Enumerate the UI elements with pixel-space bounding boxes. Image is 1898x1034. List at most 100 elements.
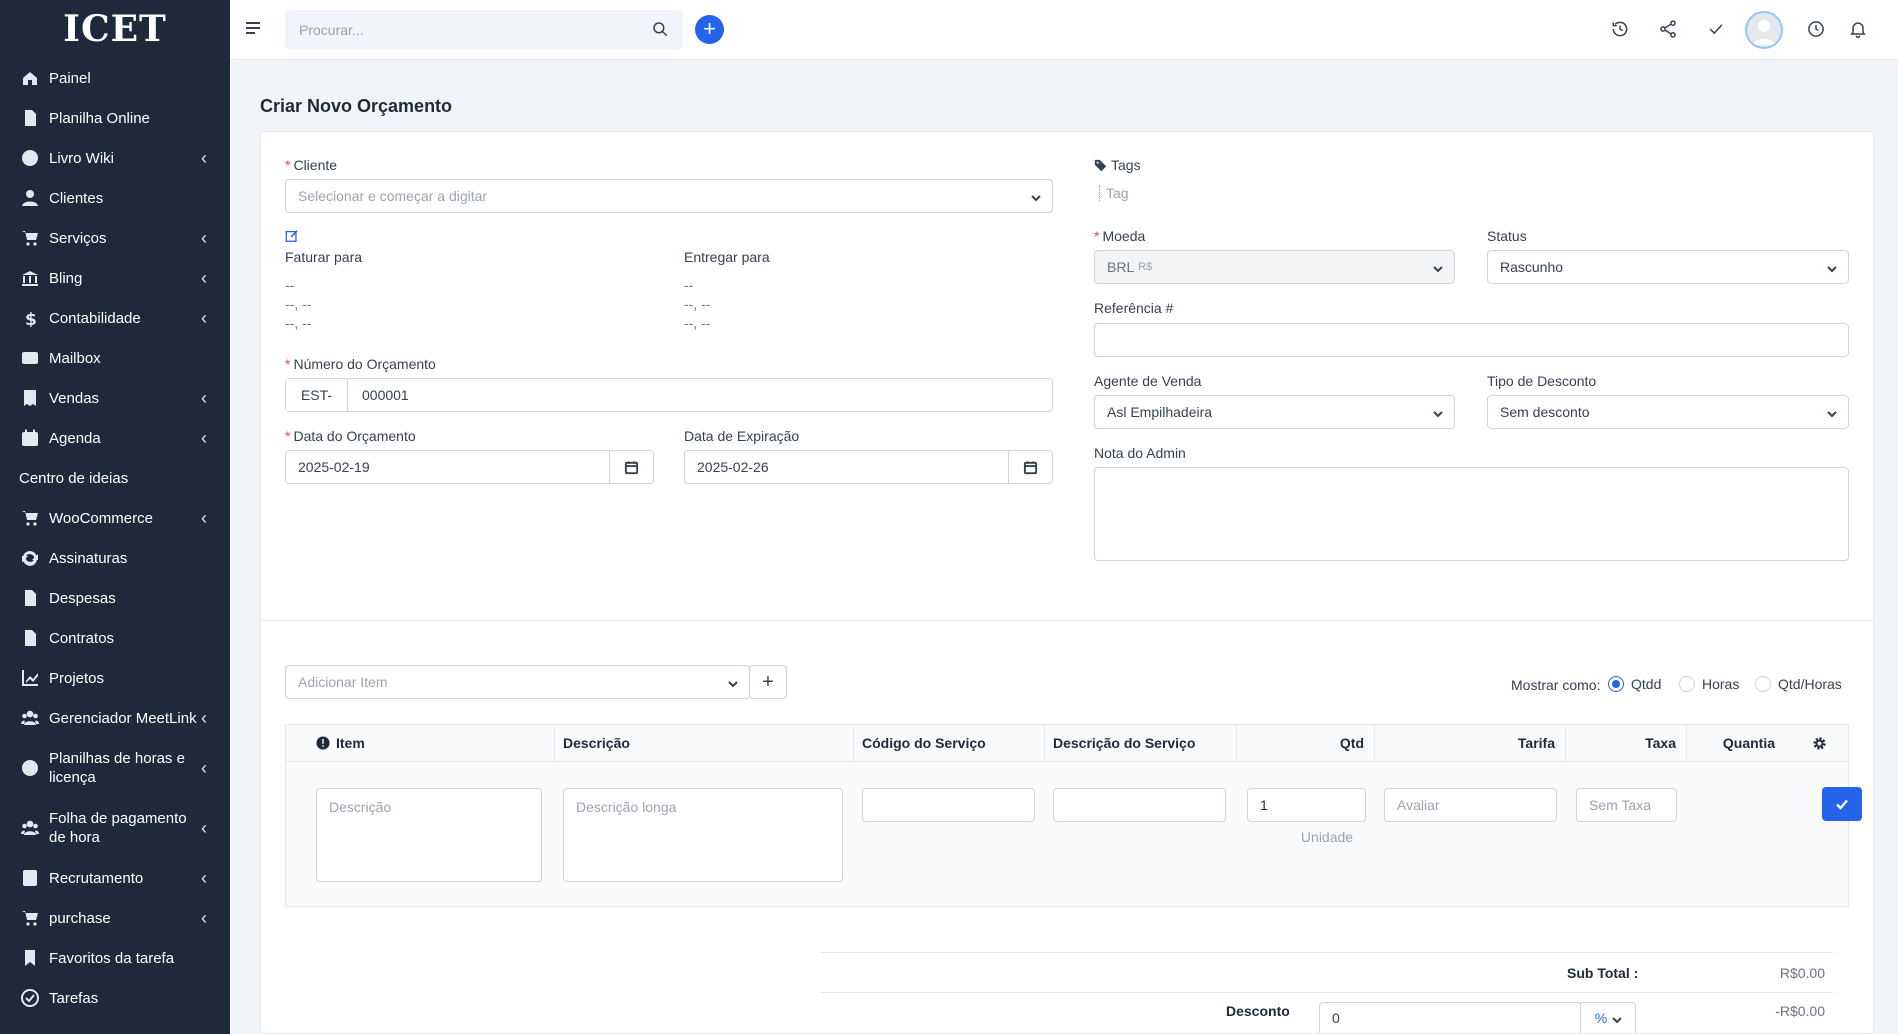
sidebar-item-tarefas[interactable]: Tarefas: [0, 978, 230, 1018]
discount-input[interactable]: 0: [1319, 1002, 1581, 1033]
id-card-icon: [19, 869, 41, 887]
clock-icon[interactable]: [1806, 19, 1828, 41]
calendar-icon[interactable]: [1008, 451, 1052, 483]
user-avatar[interactable]: [1745, 11, 1783, 49]
sidebar-item-painel[interactable]: Painel: [0, 58, 230, 98]
chevron-left-icon: ‹: [201, 148, 207, 168]
check-icon[interactable]: [1706, 19, 1728, 41]
file-icon: [19, 589, 41, 607]
search-input[interactable]: [299, 22, 651, 38]
menu-toggle-icon[interactable]: [246, 22, 260, 36]
reference-input[interactable]: [1094, 323, 1849, 357]
sidebar-item-servicos[interactable]: Serviços ‹: [0, 218, 230, 258]
sidebar-item-contabilidade[interactable]: $ Contabilidade ‹: [0, 298, 230, 338]
chevron-left-icon: ‹: [201, 268, 207, 288]
chevron-down-icon: [1826, 262, 1837, 273]
add-row-confirm-button[interactable]: [1822, 787, 1862, 821]
sidebar-item-folha-de-pagamento-de-hora[interactable]: Folha de pagamento de hora ‹: [0, 798, 230, 858]
sidebar-item-gerenciador-meetlink[interactable]: Gerenciador MeetLink ‹: [0, 698, 230, 738]
sidebar-item-woocommerce[interactable]: WooCommerce ‹: [0, 498, 230, 538]
discount-unit-select[interactable]: %: [1580, 1002, 1636, 1033]
search-box: [285, 10, 683, 50]
chevron-down-icon: [1826, 407, 1837, 418]
share-icon[interactable]: [1658, 19, 1680, 41]
sale-agent-select[interactable]: Asl Empilhadeira: [1094, 395, 1455, 429]
col-amount: Quantia: [1722, 735, 1775, 751]
sidebar-nav: Painel Planilha Online Livro Wiki ‹ Clientes…: [0, 58, 230, 1018]
sidebar-item-projetos[interactable]: Projetos: [0, 658, 230, 698]
add-item-plus-button[interactable]: +: [749, 665, 787, 699]
sidebar-item-label: Agenda: [49, 429, 101, 447]
sidebar-item-label: Favoritos da tarefa: [49, 949, 175, 967]
sidebar-item-purchase[interactable]: purchase ‹: [0, 898, 230, 938]
col-qty: Qtd: [1339, 735, 1364, 751]
service-code-input[interactable]: [862, 788, 1035, 822]
sidebar-item-livro-wiki[interactable]: Livro Wiki ‹: [0, 138, 230, 178]
client-select[interactable]: Selecionar e começar a digitar: [285, 179, 1053, 213]
sidebar-item-centro-de-ideias[interactable]: Centro de ideias: [0, 458, 230, 498]
quick-add-button[interactable]: +: [695, 15, 724, 44]
currency-select[interactable]: BRL R$: [1094, 250, 1455, 284]
sidebar-item-vendas[interactable]: Vendas ‹: [0, 378, 230, 418]
chart-icon: [19, 669, 41, 687]
sidebar-item-agenda[interactable]: Agenda ‹: [0, 418, 230, 458]
sidebar-item-planilhas-de-horas-e-licenca[interactable]: Planilhas de horas e licença ‹: [0, 738, 230, 798]
chevron-left-icon: ‹: [201, 818, 207, 838]
subtotal-label: Sub Total :: [1567, 965, 1639, 981]
estimate-date-label: * Data do Orçamento: [285, 428, 416, 444]
cart-icon: [19, 229, 41, 247]
sidebar-item-label: Contratos: [49, 629, 115, 647]
item-description-textarea[interactable]: Descrição: [316, 788, 542, 882]
admin-note-textarea[interactable]: [1094, 467, 1849, 561]
estimate-form-card: * Cliente Selecionar e começar a digitar …: [260, 131, 1874, 1034]
status-select[interactable]: Rascunho: [1487, 250, 1849, 284]
sidebar-item-assinaturas[interactable]: Assinaturas: [0, 538, 230, 578]
show-as-hours-radio[interactable]: Horas: [1679, 676, 1739, 692]
estimate-date-input[interactable]: 2025-02-19: [285, 450, 654, 484]
sidebar-item-recrutamento[interactable]: Recrutamento ‹: [0, 858, 230, 898]
reference-label: Referência #: [1094, 300, 1174, 316]
show-as-qty-radio[interactable]: Qtdd: [1608, 676, 1661, 692]
item-tax-select[interactable]: Sem Taxa: [1576, 788, 1677, 822]
show-as-qty-hours-radio[interactable]: Qtd/Horas: [1755, 676, 1842, 692]
edit-address-icon[interactable]: [285, 229, 299, 243]
info-icon: [316, 736, 330, 750]
item-long-description-textarea[interactable]: Descrição longa: [563, 788, 843, 882]
add-item-select[interactable]: Adicionar Item: [285, 665, 750, 699]
service-description-input[interactable]: [1053, 788, 1226, 822]
sidebar-item-despesas[interactable]: Despesas: [0, 578, 230, 618]
table-settings-gear-icon[interactable]: [1812, 725, 1827, 761]
bell-icon[interactable]: [1848, 19, 1870, 41]
estimate-number-input[interactable]: EST- 000001: [285, 378, 1053, 412]
app-logo[interactable]: ICET: [0, 0, 230, 58]
sidebar-item-label: Bling: [49, 269, 83, 287]
item-qty-input[interactable]: 1: [1247, 788, 1366, 822]
sidebar-item-clientes[interactable]: Clientes: [0, 178, 230, 218]
subtotal-value: R$0.00: [1779, 965, 1825, 981]
sidebar-item-contratos[interactable]: Contratos: [0, 618, 230, 658]
users-icon: [19, 819, 41, 837]
sidebar-item-bling[interactable]: Bling ‹: [0, 258, 230, 298]
search-icon[interactable]: [651, 20, 669, 41]
chevron-left-icon: ‹: [201, 758, 207, 778]
calendar-icon[interactable]: [609, 451, 653, 483]
user-icon: [19, 189, 41, 207]
calendar-icon: [19, 429, 41, 447]
sidebar-item-label: Contabilidade: [49, 309, 141, 327]
ship-to-label: Entregar para: [684, 249, 770, 265]
discount-type-select[interactable]: Sem desconto: [1487, 395, 1849, 429]
sidebar-item-favoritos-da-tarefa[interactable]: Favoritos da tarefa: [0, 938, 230, 978]
item-rate-input[interactable]: Avaliar: [1384, 788, 1557, 822]
history-icon[interactable]: [1610, 19, 1632, 41]
chevron-left-icon: ‹: [201, 708, 207, 728]
file-icon: [19, 109, 41, 127]
sidebar-item-label: Vendas: [49, 389, 100, 407]
sale-agent-label: Agente de Venda: [1094, 373, 1202, 389]
sidebar-item-label: Assinaturas: [49, 549, 128, 567]
sidebar-item-planilha-online[interactable]: Planilha Online: [0, 98, 230, 138]
sidebar-item-mailbox[interactable]: Mailbox: [0, 338, 230, 378]
tags-input[interactable]: Tag: [1099, 185, 1129, 201]
expiry-date-input[interactable]: 2025-02-26: [684, 450, 1053, 484]
chevron-left-icon: ‹: [201, 868, 207, 888]
check-circle-icon: [19, 989, 41, 1007]
